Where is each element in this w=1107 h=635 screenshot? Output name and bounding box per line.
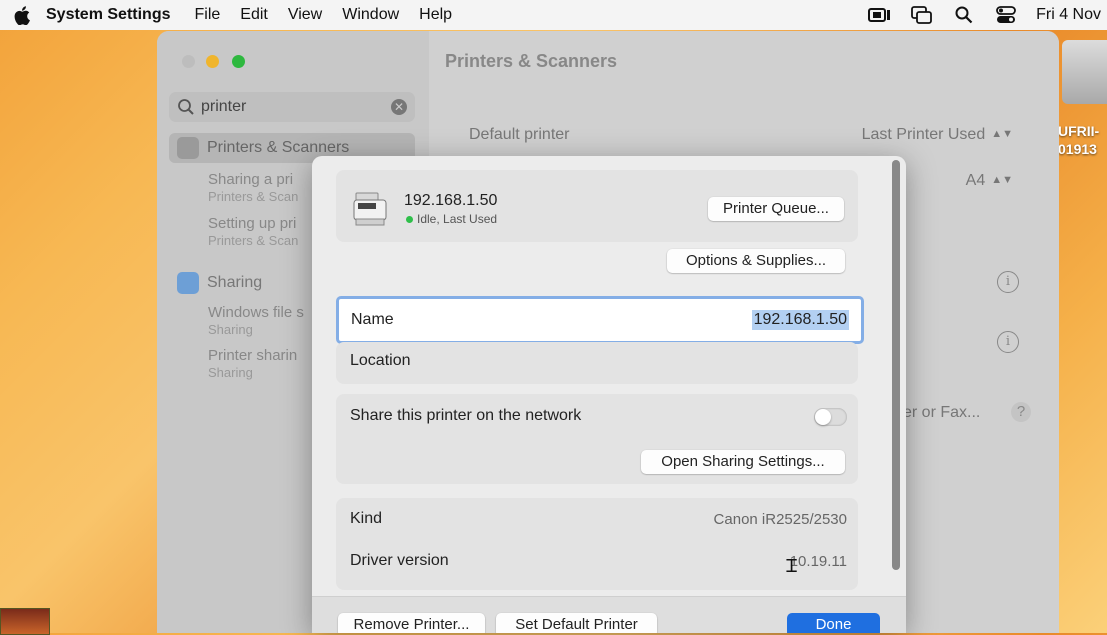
stage-manager-icon[interactable] [910,5,934,25]
menubar-clock[interactable]: Fri 4 Nov [1036,6,1101,24]
printer-icon [177,137,199,159]
menu-window[interactable]: Window [342,6,399,24]
add-printer-button[interactable]: er or Fax... [903,404,980,422]
share-printer-label: Share this printer on the network [350,407,582,424]
control-center-icon[interactable] [994,5,1018,25]
help-button[interactable]: ? [1011,402,1031,422]
options-supplies-button[interactable]: Options & Supplies... [667,249,845,273]
sidebar-item-label: Printers & Scanners [207,139,350,156]
minimize-window-button[interactable] [206,55,219,68]
share-printer-toggle[interactable] [814,408,847,426]
menu-file[interactable]: File [194,6,220,24]
status-dot-icon [406,215,413,223]
chevron-updown-icon: ▲▼ [991,174,1013,186]
location-row[interactable] [336,342,858,384]
paper-size-popup[interactable]: A4 ▲▼ [966,172,1013,190]
dock-app-icon[interactable] [0,608,50,635]
default-printer-label: Default printer [469,126,570,143]
name-input[interactable]: 192.168.1.50 [751,310,849,330]
zoom-window-button[interactable] [232,55,245,68]
printer-queue-button[interactable]: Printer Queue... [708,197,844,221]
driver-version-value: 10.19.11 [789,553,847,570]
default-printer-popup[interactable]: Last Printer Used ▲▼ [862,126,1013,144]
info-icon[interactable]: i [997,331,1019,353]
name-label: Name [351,311,394,328]
disk-label: UFRII- 01913 [1058,123,1100,157]
kind-label: Kind [350,510,383,527]
search-input[interactable]: printer [201,98,246,116]
text-cursor-icon: Ꮖ [786,556,798,577]
sidebar-item-label: Sharing [207,274,263,291]
app-menu[interactable]: System Settings [46,6,170,24]
scrollbar[interactable] [892,160,900,570]
chevron-updown-icon: ▲▼ [991,128,1013,140]
sharing-icon [177,272,199,294]
apple-menu-icon[interactable] [14,5,32,25]
menu-view[interactable]: View [288,6,322,24]
printer-status: Idle, Last Used [406,212,497,226]
location-label: Location [350,352,411,369]
menu-help[interactable]: Help [419,6,452,24]
sheet-footer: Remove Printer... Set Default Printer Do… [312,596,906,633]
driver-version-label: Driver version [350,552,449,569]
search-result-windows-file-sharing[interactable]: Windows file s Sharing [208,304,304,338]
external-disk-icon[interactable] [1062,40,1107,104]
printer-name-title: 192.168.1.50 [404,192,498,209]
printer-device-icon [353,192,387,226]
clear-search-icon[interactable]: ✕ [391,99,407,115]
search-result-setting-up-printer[interactable]: Setting up pri Printers & Scan [208,215,298,249]
info-icon[interactable]: i [997,271,1019,293]
search-result-sharing-printer[interactable]: Sharing a pri Printers & Scan [208,171,298,205]
sidebar-search-field[interactable]: printer ✕ [169,92,415,122]
page-title: Printers & Scanners [445,51,618,71]
close-window-button[interactable] [182,55,195,68]
search-icon [178,99,194,115]
screen-record-icon[interactable] [868,5,892,25]
done-button[interactable]: Done [787,613,880,633]
remove-printer-button[interactable]: Remove Printer... [338,613,485,633]
spotlight-search-icon[interactable] [952,5,976,25]
open-sharing-settings-button[interactable]: Open Sharing Settings... [641,450,845,474]
kind-value: Canon iR2525/2530 [713,511,847,528]
menu-edit[interactable]: Edit [240,6,268,24]
search-result-printer-sharing[interactable]: Printer sharin Sharing [208,347,297,381]
printer-info-sheet: 192.168.1.50 Idle, Last Used Printer Que… [312,156,906,633]
toggle-knob [815,409,831,425]
name-field[interactable]: Name 192.168.1.50 [336,296,864,344]
menu-bar: System Settings File Edit View Window He… [0,0,1107,30]
set-default-printer-button[interactable]: Set Default Printer [496,613,657,633]
